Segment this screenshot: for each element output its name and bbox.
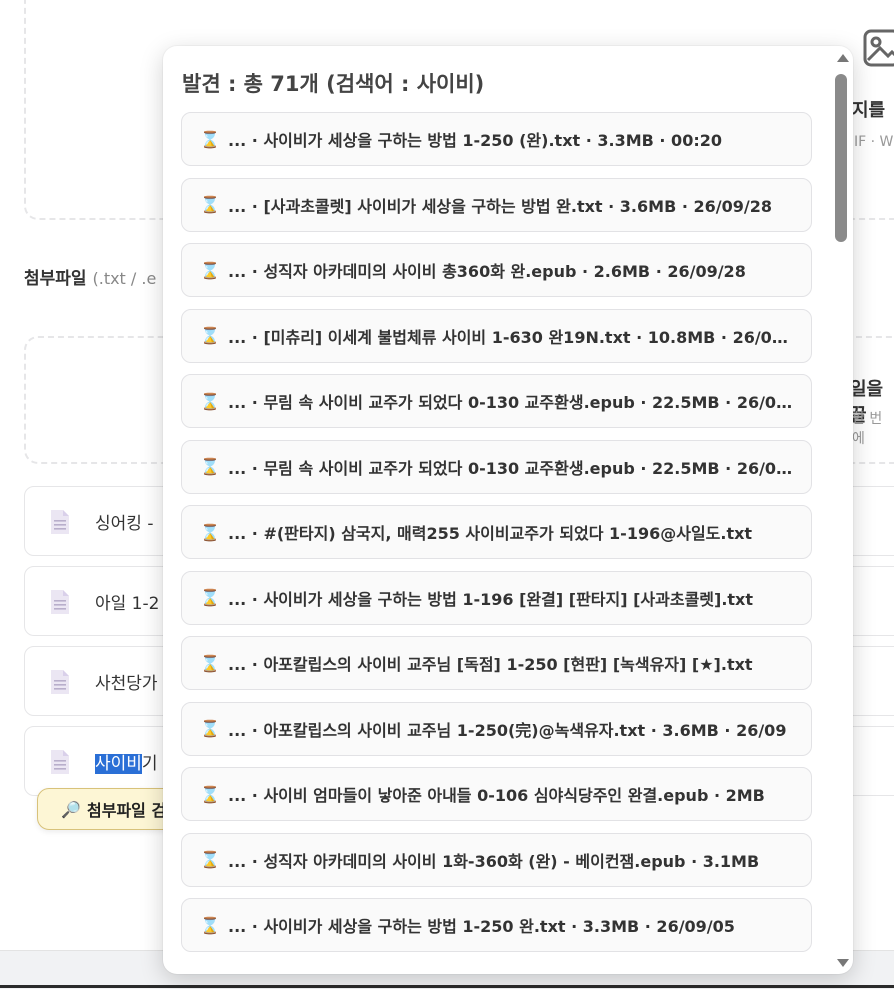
search-result-item[interactable]: ⌛ ... · 성직자 아카데미의 사이비 1화-360화 (완) - 베이컨잼.… [181, 832, 812, 887]
hourglass-icon: ⌛ [200, 915, 220, 935]
search-result-text: ... · 무림 속 사이비 교주가 되었다 0-130 교주환생.epub ·… [228, 458, 795, 478]
document-icon [51, 750, 69, 774]
attached-file-name: 사이비기 [95, 749, 158, 774]
search-results-list: ⌛ ... · 사이비가 세상을 구하는 방법 1-250 (완).txt · 3… [181, 112, 812, 964]
search-result-text: ... · 성직자 아카데미의 사이비 총360화 완.epub · 2.6MB… [228, 262, 746, 281]
search-result-item[interactable]: ⌛ ... · 아포칼립스의 사이비 교주님 [독점] 1-250 [현판] [녹… [181, 636, 812, 690]
search-result-item[interactable]: ⌛ ... · 성직자 아카데미의 사이비 총360화 완.epub · 2.6M… [181, 243, 812, 297]
file-dropzone-subtext: 한 번에 [852, 411, 883, 447]
search-result-text: ... · 사이비가 세상을 구하는 방법 1-250 (완).txt · 3.… [228, 131, 722, 150]
attachment-label-text: 첨부파일 [24, 269, 87, 289]
hourglass-icon: ⌛ [200, 260, 220, 280]
search-result-text: ... · 사이비가 세상을 구하는 방법 1-250 완.txt · 3.3M… [228, 917, 735, 936]
attached-file-name: 싱어킹 - [95, 514, 154, 534]
hourglass-icon: ⌛ [200, 719, 220, 738]
hourglass-icon: ⌛ [200, 391, 220, 411]
magnifier-icon: 🔎 [61, 799, 82, 819]
search-result-text: ... · [미츄리] 이세계 불법체류 사이비 1-630 완19N.txt … [228, 327, 795, 347]
attached-file-name-rest: 기 [141, 754, 158, 774]
search-result-item[interactable]: ⌛ ... · 아포칼립스의 사이비 교주님 1-250(完)@녹색유자.txt … [181, 701, 812, 756]
hourglass-icon: ⌛ [200, 850, 220, 869]
search-result-text: ... · 사이비 엄마들이 낳아준 아내들 0-106 심야식당주인 완결.e… [228, 786, 765, 805]
hourglass-icon: ⌛ [200, 326, 220, 345]
search-result-text: ... · 무림 속 사이비 교주가 되었다 0-130 교주환생.epub ·… [228, 393, 795, 412]
hourglass-icon: ⌛ [200, 653, 220, 673]
hourglass-icon: ⌛ [200, 784, 220, 804]
scroll-up-arrow-icon[interactable] [837, 54, 849, 62]
search-result-text: ... · #(판타지) 삼국지, 매력255 사이비교주가 되었다 1-196… [228, 524, 753, 543]
attached-file-name: 아일 1-2 [95, 594, 160, 614]
search-result-item[interactable]: ⌛ ... · 사이비가 세상을 구하는 방법 1-196 [완결] [판타지] … [181, 570, 812, 625]
document-icon [51, 670, 69, 694]
search-result-item[interactable]: ⌛ ... · [미츄리] 이세계 불법체류 사이비 1-630 완19N.txt… [181, 308, 812, 363]
hourglass-icon: ⌛ [200, 457, 220, 476]
scroll-down-arrow-icon[interactable] [837, 959, 849, 967]
image-dropzone-heading: 지를 [852, 100, 886, 121]
search-result-item[interactable]: ⌛ ... · 사이비가 세상을 구하는 방법 1-250 완.txt · 3.3… [181, 898, 812, 952]
search-results-popup: 발견 : 총 71개 (검색어 : 사이비) ⌛ ... · 사이비가 세상을 구… [163, 46, 853, 974]
popup-scrollbar[interactable] [832, 46, 853, 974]
search-result-item[interactable]: ⌛ ... · #(판타지) 삼국지, 매력255 사이비교주가 되었다 1-19… [181, 505, 812, 559]
search-result-text: ... · 성직자 아카데미의 사이비 1화-360화 (완) - 베이컨잼.e… [228, 851, 760, 871]
search-result-item[interactable]: ⌛ ... · 무림 속 사이비 교주가 되었다 0-130 교주환생.epub … [181, 374, 812, 428]
search-results-title: 발견 : 총 71개 (검색어 : 사이비) [182, 72, 485, 96]
hourglass-icon: ⌛ [200, 588, 220, 607]
search-result-text: ... · 사이비가 세상을 구하는 방법 1-196 [완결] [판타지] [… [228, 589, 754, 609]
attachment-section-label: 첨부파일 (.txt / .e [24, 264, 156, 289]
scroll-thumb[interactable] [835, 74, 847, 242]
image-icon [863, 29, 894, 67]
search-highlight: 사이비 [95, 754, 142, 774]
document-icon [51, 590, 69, 614]
search-result-text: ... · 아포칼립스의 사이비 교주님 1-250(完)@녹색유자.txt ·… [228, 720, 787, 740]
hourglass-icon: ⌛ [200, 195, 220, 214]
search-result-item[interactable]: ⌛ ... · 사이비가 세상을 구하는 방법 1-250 (완).txt · 3… [181, 112, 812, 166]
search-result-item[interactable]: ⌛ ... · 사이비 엄마들이 낳아준 아내들 0-106 심야식당주인 완결.… [181, 767, 812, 821]
search-result-item[interactable]: ⌛ ... · [사과초콜렛] 사이비가 세상을 구하는 방법 완.txt · 3… [181, 177, 812, 232]
search-result-text: ... · 아포칼립스의 사이비 교주님 [독점] 1-250 [현판] [녹색… [228, 655, 753, 674]
image-dropzone-formats: IF · W [854, 134, 894, 150]
document-icon [51, 510, 69, 534]
hourglass-icon: ⌛ [200, 522, 220, 542]
hourglass-icon: ⌛ [200, 129, 220, 149]
search-result-text: ... · [사과초콜렛] 사이비가 세상을 구하는 방법 완.txt · 3.… [228, 196, 772, 216]
search-result-item[interactable]: ⌛ ... · 무림 속 사이비 교주가 되었다 0-130 교주환생.epub … [181, 439, 812, 494]
attachment-format-hint: (.txt / .e [92, 269, 157, 288]
attached-file-name: 사천당가 [95, 674, 158, 694]
